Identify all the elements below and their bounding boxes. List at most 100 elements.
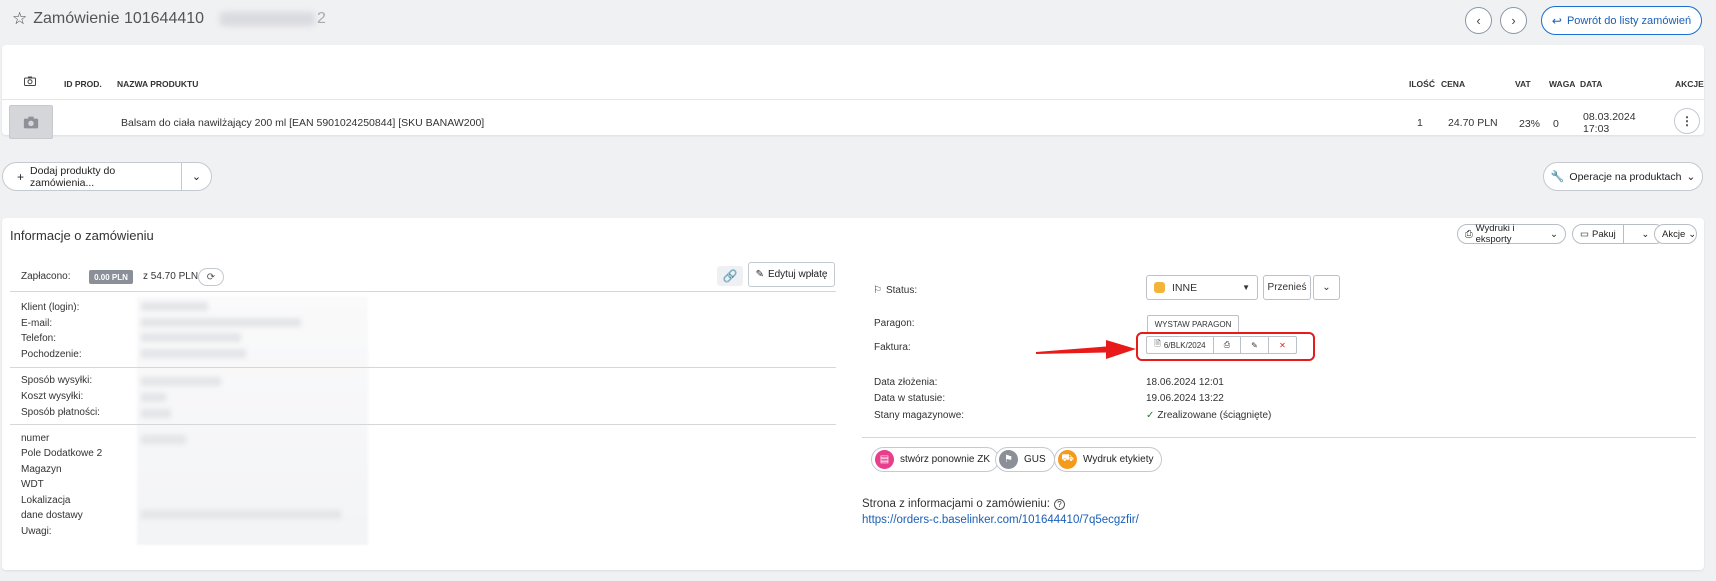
pencil-icon: ✎ [755, 269, 764, 280]
pack-button[interactable]: ▭ Pakuj [1573, 225, 1624, 243]
chevron-down-icon: ⌄ [1688, 228, 1697, 240]
refresh-payment-button[interactable]: ⟳ [198, 268, 224, 286]
col-header-date[interactable]: DATA [1580, 79, 1602, 89]
gus-button[interactable]: ⚑ GUS [995, 447, 1055, 472]
status-select[interactable]: INNE ▼ [1146, 275, 1258, 300]
col-header-id[interactable]: ID PROD. [64, 79, 102, 89]
extra-field-numer: numer [21, 433, 50, 444]
add-products-split-button: + Dodaj produkty do zamówienia... ⌄ [2, 162, 212, 191]
status-label: Status: [885, 285, 918, 296]
recreate-zk-label: stwórz ponownie ZK [900, 454, 991, 465]
blurred-value [141, 302, 208, 311]
back-to-orders-label: Powrót do listy zamówień [1566, 14, 1692, 27]
product-date: 08.03.2024 [1583, 111, 1636, 123]
chevron-right-icon: › [1511, 13, 1516, 28]
printer-icon: ⎙ [1465, 228, 1473, 240]
actions-button[interactable]: Akcje ⌄ [1654, 224, 1697, 244]
product-weight: 0 [1553, 118, 1559, 130]
extra-field-delivery: dane dostawy [21, 510, 83, 521]
divider [10, 424, 836, 425]
print-label-label: Wydruk etykiety [1083, 454, 1154, 465]
edit-payment-button[interactable]: ✎ Edytuj wpłatę [748, 262, 835, 287]
pack-label: Pakuj [1591, 228, 1616, 240]
gus-label: GUS [1024, 454, 1046, 465]
order-title-tail: 2 [317, 10, 326, 27]
plus-icon: + [17, 169, 25, 184]
camera-icon [23, 116, 39, 128]
issue-receipt-button[interactable]: WYSTAW PARAGON [1147, 315, 1239, 333]
order-title-bar: ☆ Zamówienie 101644410 2 [12, 9, 326, 29]
shipping-method-label: Sposób wysyłki: [21, 375, 93, 386]
chevron-down-icon: ⌄ [191, 171, 202, 183]
col-header-name[interactable]: NAZWA PRODUKTU [117, 79, 198, 89]
date-status-value: 19.06.2024 13:22 [1146, 393, 1224, 404]
client-login-label: Klient (login): [21, 302, 80, 313]
notes-label: Uwagi: [21, 526, 52, 537]
document-icon: ▤ [875, 450, 894, 469]
blurred-value [141, 333, 241, 342]
print-label-button[interactable]: ⛟ Wydruk etykiety [1054, 447, 1163, 472]
stock-status: ✓ Zrealizowane (ściągnięte) [1146, 410, 1271, 421]
extra-field-location: Lokalizacja [21, 495, 71, 506]
divider [10, 367, 836, 368]
product-name[interactable]: Balsam do ciała nawilżający 200 ml [EAN … [121, 117, 484, 129]
kebab-menu-icon: ⋮ [1681, 114, 1693, 128]
email-label: E-mail: [21, 318, 53, 329]
actions-label: Akcje [1662, 228, 1686, 240]
prints-exports-label: Wydruki i eksporty [1475, 223, 1515, 245]
help-icon[interactable]: ? [1053, 498, 1065, 510]
col-header-actions: AKCJE [1675, 79, 1704, 89]
add-products-button[interactable]: + Dodaj produkty do zamówienia... [3, 165, 181, 189]
product-operations-button[interactable]: 🔧 Operacje na produktach ⌄ [1543, 162, 1703, 191]
col-header-weight[interactable]: WAGA [1549, 79, 1575, 89]
order-title: Zamówienie 101644410 [33, 10, 205, 27]
star-icon[interactable]: ☆ [12, 9, 27, 29]
camera-icon [24, 76, 36, 86]
order-info-page-row: Strona z informacjami o zamówieniu: ? [862, 498, 1065, 510]
return-arrow-icon: ↩ [1551, 13, 1562, 28]
shipping-cost-label: Koszt wysyłki: [21, 391, 84, 402]
product-vat: 23% [1519, 118, 1541, 130]
move-button[interactable]: Przenieś [1263, 275, 1311, 300]
chevron-down-icon: ⌄ [1641, 228, 1650, 240]
status-value: INNE [1172, 281, 1198, 294]
next-order-button[interactable]: › [1500, 7, 1527, 34]
stock-value: Zrealizowane (ściągnięte) [1157, 410, 1272, 421]
move-dropdown-toggle[interactable]: ⌄ [1313, 275, 1340, 300]
receipt-label: Paragon: [874, 318, 915, 329]
blurred-value [141, 510, 341, 519]
product-row-menu-button[interactable]: ⋮ [1674, 108, 1700, 134]
blurred-value [141, 349, 246, 358]
package-icon: ▭ [1580, 228, 1589, 240]
order-info-page-link[interactable]: https://orders-c.baselinker.com/10164441… [862, 514, 1139, 526]
wrench-icon: 🔧 [1550, 171, 1565, 183]
col-header-qty[interactable]: ILOŚĆ [1409, 79, 1435, 89]
payment-link-button[interactable]: 🔗 [717, 266, 743, 286]
col-header-vat[interactable]: VAT [1515, 79, 1531, 89]
caret-down-icon: ▼ [1242, 283, 1250, 292]
order-info-title: Informacje o zamówieniu [10, 228, 154, 243]
prev-order-button[interactable]: ‹ [1465, 7, 1492, 34]
invoice-label: Faktura: [874, 342, 911, 353]
stock-label: Stany magazynowe: [874, 410, 965, 421]
phone-label: Telefon: [21, 333, 57, 344]
extra-field-warehouse: Magazyn [21, 464, 62, 475]
chevron-down-icon: ⌄ [1686, 170, 1696, 183]
status-color-dot [1154, 282, 1165, 293]
back-to-orders-button[interactable]: ↩ Powrót do listy zamówień [1541, 6, 1702, 35]
add-products-dropdown-toggle[interactable]: ⌄ [181, 163, 211, 190]
order-info-page-label: Strona z informacjami o zamówieniu: [862, 498, 1050, 510]
recreate-zk-button[interactable]: ▤ stwórz ponownie ZK [871, 447, 1000, 472]
flag-icon: ⚐ [873, 285, 882, 296]
pack-split-button: ▭ Pakuj ⌄ [1572, 224, 1665, 244]
product-thumbnail[interactable] [9, 105, 53, 139]
col-header-price[interactable]: CENA [1441, 79, 1465, 89]
date-status-label: Data w statusie: [874, 393, 946, 404]
edit-payment-label: Edytuj wpłatę [767, 269, 828, 280]
divider [862, 437, 1696, 438]
prints-exports-button[interactable]: ⎙ Wydruki i eksporty ⌄ [1457, 223, 1566, 245]
check-icon: ✓ [1146, 410, 1155, 421]
divider [10, 291, 836, 292]
product-price: 24.70 PLN [1448, 117, 1498, 129]
payment-method-label: Sposób płatności: [21, 407, 100, 418]
